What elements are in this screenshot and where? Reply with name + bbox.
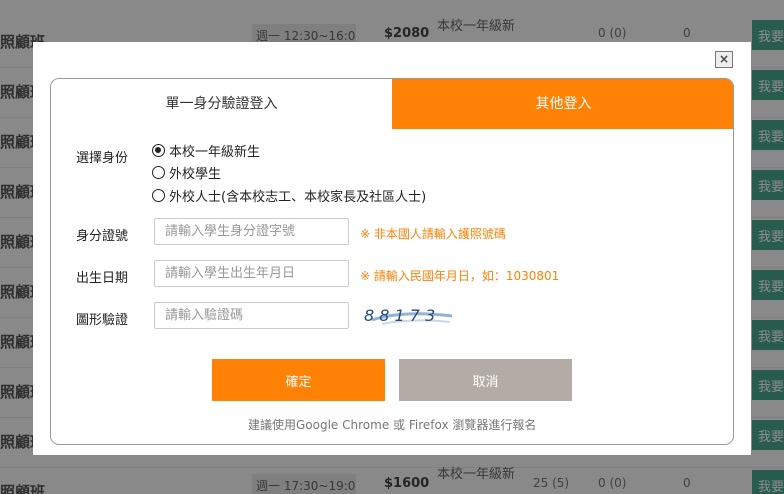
id-number-label: 身分證號: [76, 229, 129, 244]
radio-unchecked-icon[interactable]: [152, 165, 165, 179]
identity-option-new-student[interactable]: 本校一年級新生: [152, 141, 261, 160]
identity-option-label: 外校學生: [169, 166, 222, 182]
captcha-label: 圖形驗證: [76, 313, 129, 328]
id-number-hint: ※ 非本國人請輸入護照號碼: [360, 227, 506, 241]
browser-note: 建議使用Google Chrome 或 Firefox 瀏覽器進行報名: [248, 418, 537, 432]
identity-option-label: 本校一年級新生: [169, 144, 261, 160]
identity-option-other-school-student[interactable]: 外校學生: [152, 163, 222, 182]
radio-unchecked-icon[interactable]: [152, 188, 165, 202]
cancel-button[interactable]: 取消: [399, 359, 572, 401]
confirm-button[interactable]: 確定: [212, 359, 385, 401]
captcha-code: 8 8 1 7 3: [364, 306, 435, 325]
birthday-label: 出生日期: [76, 271, 129, 286]
identity-label: 選擇身份: [76, 151, 129, 166]
close-icon[interactable]: ×: [715, 51, 733, 68]
captcha-input[interactable]: [154, 302, 349, 329]
birthday-hint: ※ 請輸入民國年月日，如：1030801: [360, 269, 560, 283]
login-tabs: 單一身分驗證登入 其他登入: [51, 79, 733, 129]
login-panel: 單一身分驗證登入 其他登入: [50, 78, 734, 445]
birthday-input[interactable]: [154, 260, 349, 287]
radio-checked-icon[interactable]: [152, 143, 165, 157]
captcha-image[interactable]: 8 8 1 7 3: [362, 302, 454, 330]
tab-single-identity-login[interactable]: 單一身分驗證登入: [51, 79, 392, 129]
tab-other-login[interactable]: 其他登入: [392, 79, 733, 129]
identity-option-label: 外校人士(含本校志工、本校家長及社區人士): [169, 189, 427, 205]
identity-option-outside-person[interactable]: 外校人士(含本校志工、本校家長及社區人士): [152, 186, 427, 205]
id-number-input[interactable]: [154, 218, 349, 245]
